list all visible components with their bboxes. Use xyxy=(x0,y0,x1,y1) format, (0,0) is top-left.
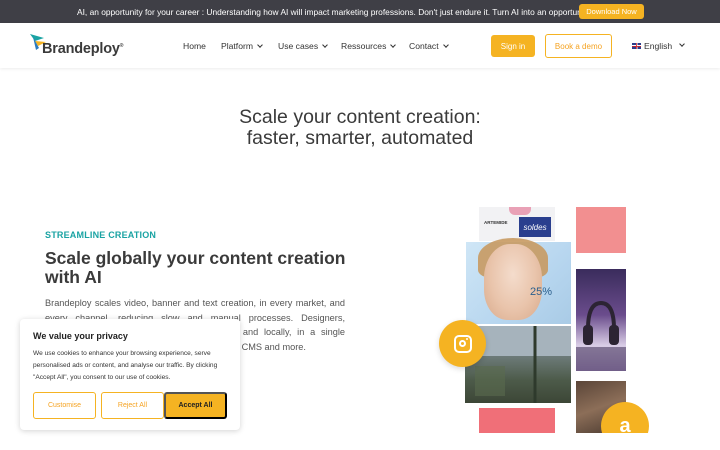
nav-home[interactable]: Home xyxy=(183,41,206,51)
download-now-button[interactable]: Download Now xyxy=(579,4,644,19)
language-selector[interactable]: English xyxy=(632,41,686,51)
nav-contact[interactable]: Contact xyxy=(409,41,449,51)
tile-promo-text: soldes xyxy=(519,217,551,237)
discount-text: 25% xyxy=(530,286,553,298)
sign-in-button[interactable]: Sign in xyxy=(491,35,535,57)
brand-name: Brandeploy® xyxy=(42,41,124,57)
reject-all-button[interactable]: Reject All xyxy=(101,392,164,419)
cookie-title: We value your privacy xyxy=(33,331,128,341)
tile-brand-text: ARTEMIDE xyxy=(484,220,508,225)
collage-tile-headphones xyxy=(576,269,626,371)
brand-logo[interactable]: Brandeploy® xyxy=(30,31,124,59)
announcement-text: AI, an opportunity for your career : Und… xyxy=(77,7,592,17)
headphones-icon xyxy=(576,300,626,371)
chevron-down-icon xyxy=(390,42,397,48)
cookie-consent: We value your privacy We use cookies to … xyxy=(20,319,240,430)
accept-all-button[interactable]: Accept All xyxy=(164,392,227,419)
section-eyebrow: STREAMLINE CREATION xyxy=(45,230,157,240)
collage-tile-pink xyxy=(576,207,626,253)
collage-tile-portrait: 25% xyxy=(466,238,571,324)
collage-tile-coral xyxy=(479,408,555,433)
main-nav: Brandeploy® Home Platform Use cases Ress… xyxy=(0,23,720,68)
uk-flag-icon xyxy=(632,43,641,49)
hero-title: Scale your content creation: faster, smar… xyxy=(239,106,481,149)
nav-use-cases[interactable]: Use cases xyxy=(278,41,328,51)
language-label: English xyxy=(644,41,673,51)
creative-collage: ARTEMIDE soldes 25% a xyxy=(375,207,675,433)
nav-ressources[interactable]: Ressources xyxy=(341,41,397,51)
announcement-bar: AI, an opportunity for your career : Und… xyxy=(0,0,720,23)
chevron-down-icon xyxy=(679,41,686,47)
book-demo-button[interactable]: Book a demo xyxy=(545,34,612,58)
instagram-icon xyxy=(439,320,486,367)
section-title: Scale globally your content creation wit… xyxy=(45,248,346,287)
cookie-body: We use cookies to enhance your browsing … xyxy=(33,350,218,381)
nav-platform[interactable]: Platform xyxy=(221,41,263,51)
chevron-down-icon xyxy=(322,42,328,48)
customise-button[interactable]: Customise xyxy=(33,392,96,419)
chevron-down-icon xyxy=(442,42,449,48)
chevron-down-icon xyxy=(257,42,263,48)
collage-tile-artemide: ARTEMIDE soldes xyxy=(479,207,555,241)
